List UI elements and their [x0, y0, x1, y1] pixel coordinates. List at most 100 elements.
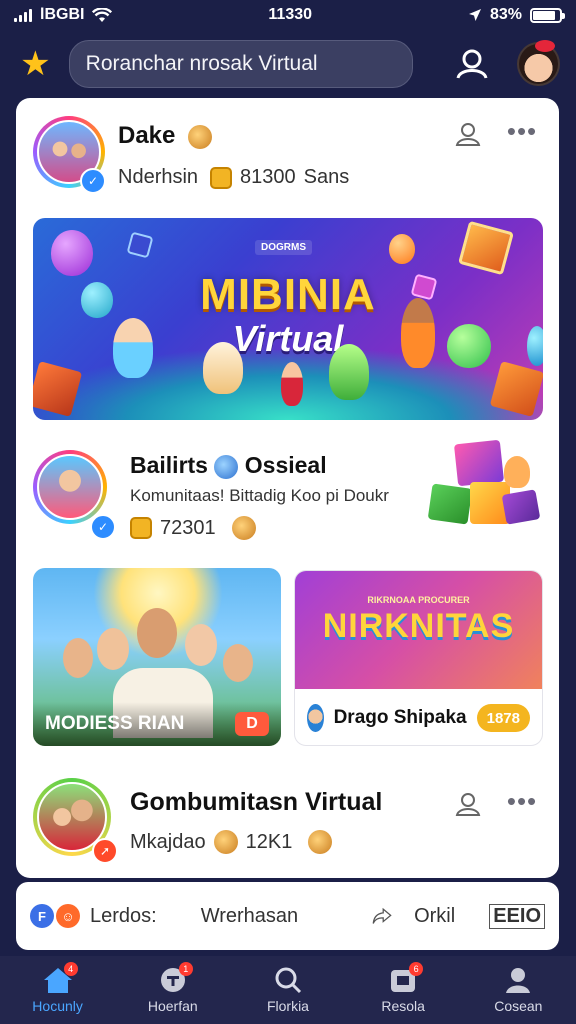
search-input[interactable] [85, 52, 396, 76]
tab-messages[interactable]: 1 Hoerfan [123, 962, 223, 1014]
verified-badge-icon: ✓ [90, 514, 116, 540]
banner-title: MIBINIA [200, 270, 376, 319]
tab-label: Cosean [494, 998, 543, 1014]
balloon [389, 234, 415, 264]
avatar[interactable] [33, 450, 107, 524]
facebook-icon: F [30, 904, 54, 928]
wifi-icon [92, 7, 113, 22]
promo-art-subtitle: RIKRNOAA PROCURER [367, 595, 470, 605]
author-suffix: Ossieal [244, 452, 327, 478]
promo-art: RIKRNOAA PROCURER NIRKNITAS [295, 571, 542, 689]
tab-home[interactable]: 4 Hocunly [8, 962, 108, 1014]
bottom-tab-bar: 4 Hocunly 1 Hoerfan Florkia 6 Resola Cos… [0, 956, 576, 1024]
post-community[interactable]: ➚ Gombumitasn Virtual Mkajdao 12K1 ••• [16, 764, 559, 878]
reaction-icons: F ☺ [30, 904, 80, 928]
promo-art-title: NIRKNITAS [322, 607, 515, 645]
post-meta: Mkajdao 12K1 [130, 830, 333, 854]
post-meta: 72301 [130, 516, 256, 540]
meta-text: Nderhsin [118, 166, 199, 188]
tab-profile[interactable]: Cosean [468, 966, 568, 1014]
cartoon-monster [329, 344, 369, 400]
tab-label: Hoerfan [147, 998, 198, 1014]
user-icon [456, 49, 488, 79]
tab-label: Hocunly [32, 998, 83, 1014]
more-options-icon[interactable]: ••• [502, 116, 542, 146]
status-left: lBGBI [14, 6, 113, 24]
banner-brand: DOGRMS [255, 240, 312, 255]
top-bar: ★ [0, 36, 576, 92]
notification-badge: 1 [178, 962, 193, 976]
cartoon-boy [401, 298, 435, 368]
tile-caption: MODIESS RIAN D [33, 702, 281, 746]
face-icon: ☺ [56, 904, 80, 928]
coin-icon [210, 166, 233, 189]
avatar [307, 704, 324, 732]
meta-suffix: Sans [303, 166, 350, 188]
author-name: Dake [118, 122, 176, 149]
emoji-icon [188, 124, 213, 149]
emoji-icon [308, 830, 333, 854]
save-label[interactable]: EEIO [489, 903, 545, 929]
promo-tile[interactable]: RIKRNOAA PROCURER NIRKNITAS Drago Shipak… [294, 570, 543, 746]
coin-icon [130, 517, 152, 539]
star-logo-icon[interactable]: ★ [16, 44, 55, 84]
comments-label[interactable]: Wrerhasan [201, 905, 298, 928]
emoji-icon [214, 454, 239, 479]
action-bar: F ☺ Lerdos: Wrerhasan Orkil EEIO [16, 882, 559, 950]
signal-icon [14, 8, 32, 22]
meta-stat: 81300 [240, 166, 296, 188]
cartoon-girl [113, 318, 153, 378]
share-count: Orkil [414, 904, 456, 927]
author-name: Bailirts [130, 452, 208, 478]
toy-blocks-illustration [426, 439, 541, 542]
notification-badge: 6 [409, 962, 424, 976]
gift-cube [126, 231, 154, 259]
hot-badge-icon: ➚ [92, 838, 118, 864]
user-outline-icon [455, 123, 481, 146]
tab-search[interactable]: Florkia [238, 966, 338, 1014]
meta-stat: 12K1 [245, 830, 293, 853]
battery-level [533, 10, 555, 20]
location-arrow-icon [468, 9, 481, 21]
verified-badge-icon: ✓ [80, 168, 106, 194]
notification-badge: 4 [63, 962, 78, 976]
post-author[interactable]: Dake [118, 122, 213, 150]
status-time: 11330 [268, 6, 313, 23]
status-bar: lBGBI 11330 83% [0, 0, 576, 30]
gift-cube [458, 220, 514, 276]
post-dake[interactable]: ✓ Dake Nderhsin 81300 Sans ••• [16, 98, 559, 210]
follow-button[interactable] [452, 118, 484, 150]
play-button[interactable]: D [235, 712, 269, 736]
post-author[interactable]: Gombumitasn Virtual [130, 788, 382, 817]
meta-stat: 72301 [160, 516, 216, 539]
search-icon [275, 967, 302, 994]
promo-footer: Drago Shipaka 1878 [295, 689, 542, 745]
post-meta: Nderhsin 81300 Sans [118, 166, 349, 189]
share-icon[interactable] [372, 902, 392, 930]
feed-card: ✓ Dake Nderhsin 81300 Sans ••• DOGRMS MI… [16, 98, 559, 878]
reactions-label[interactable]: Lerdos: [90, 905, 157, 928]
follow-button[interactable] [452, 788, 484, 820]
cartoon-cat [203, 342, 243, 394]
profile-avatar[interactable] [517, 40, 561, 86]
user-search-button[interactable] [453, 44, 492, 84]
more-options-icon[interactable]: ••• [502, 786, 542, 816]
emoji-icon [213, 830, 238, 854]
tab-label: Resola [381, 998, 425, 1014]
meta-text: Mkajdao [130, 830, 206, 853]
emoji-icon [231, 516, 256, 540]
status-right: 83% [468, 6, 565, 24]
search-bar[interactable] [68, 40, 413, 88]
cartoon-kid [281, 362, 303, 406]
tab-inbox[interactable]: 6 Resola [353, 962, 453, 1014]
promo-pill[interactable]: 1878 [476, 704, 530, 732]
video-tile[interactable]: MODIESS RIAN D [33, 568, 281, 746]
post-author[interactable]: Bailirts Ossieal [130, 452, 327, 479]
promo-name: Drago Shipaka [333, 707, 467, 728]
post-description: Komunitaas! Bittadig Koo pi Doukr [130, 486, 389, 505]
tab-label: Florkia [266, 998, 309, 1014]
caption-text: MODIESS RIAN [45, 713, 185, 734]
battery-icon [530, 7, 565, 23]
user-outline-icon [455, 793, 481, 816]
featured-banner[interactable]: DOGRMS MIBINIA Virtual [33, 218, 543, 420]
